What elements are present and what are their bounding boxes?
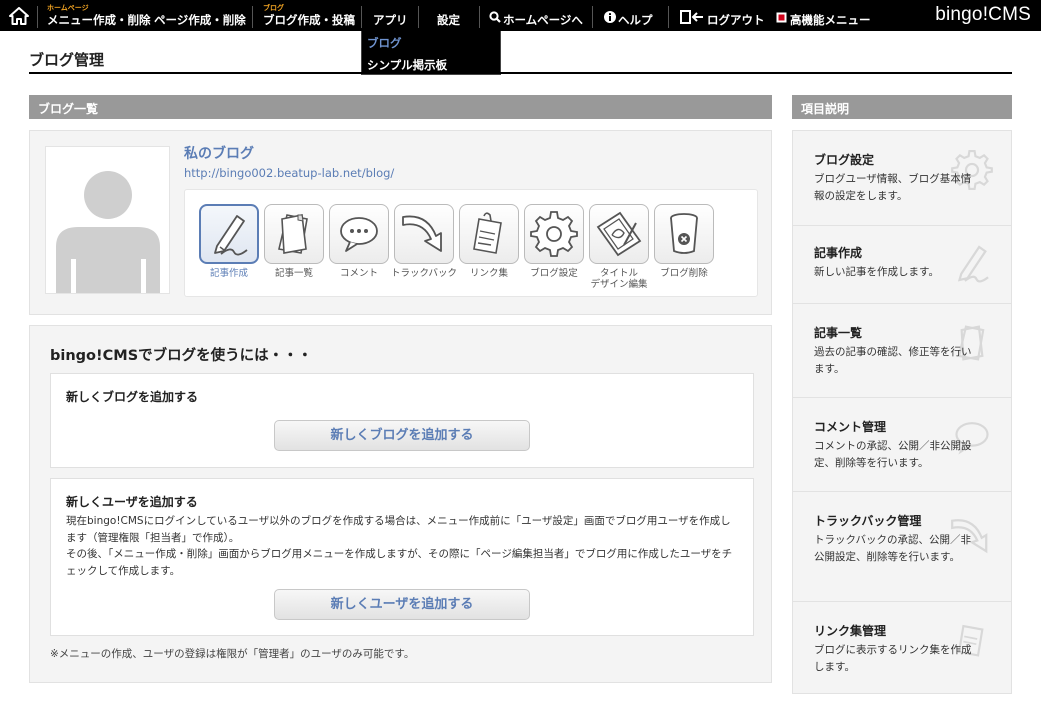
help-item-desc: トラックバックの承認、公開／非公開設定、削除等を行います。 (814, 534, 971, 563)
nav-page-create-label: ページ作成・削除 (154, 13, 246, 27)
add-blog-button[interactable]: 新しくブログを追加する (274, 420, 530, 451)
nav-apps-label: アプリ (373, 13, 408, 27)
dropdown-item-bbs[interactable]: シンプル掲示板 (367, 57, 447, 73)
tool-blog-settings[interactable]: ブログ設定 (524, 204, 584, 286)
help-item-desc: ブログユーザ情報、ブログ基本情報の設定をします。 (814, 173, 972, 202)
help-item-comments: コメント管理 コメントの承認、公開／非公開設定、削除等を行います。 (793, 398, 1011, 492)
permission-note: ※メニューの作成、ユーザの登録は権限が「管理者」のユーザのみ可能です。 (50, 648, 415, 660)
tool-delete-blog[interactable]: ブログ削除 (654, 204, 714, 286)
help-item-trackback: トラックバック管理 トラックバックの承認、公開／非公開設定、削除等を行います。 (793, 492, 1011, 602)
add-blog-title: 新しくブログを追加する (66, 390, 199, 404)
tool-trackback[interactable]: トラックバック (391, 204, 457, 286)
help-item-title: 記事作成 (814, 246, 863, 260)
blog-list-header: ブログ一覧 (29, 95, 772, 119)
help-item-create-post: 記事作成 新しい記事を作成します。 (793, 226, 1011, 304)
help-item-title: リンク集管理 (814, 624, 887, 638)
curved-arrow-icon (402, 215, 442, 252)
nav-blog-post-label: ブログ作成・投稿 (263, 13, 355, 27)
blog-tools-panel: 記事作成 記事一覧 コメント トラックバック リンク集 ブログ設定 タイトル デ… (184, 189, 758, 297)
help-header: 項目説明 (792, 95, 1012, 119)
apps-dropdown: ブログ シンプル掲示板 (361, 31, 501, 75)
help-panel: ブログ設定 ブログユーザ情報、ブログ基本情報の設定をします。 記事作成 新しい記… (792, 130, 1012, 694)
help-item-desc: 過去の記事の確認、修正等を行います。 (814, 346, 972, 375)
help-item-title: トラックバック管理 (814, 514, 922, 528)
add-user-panel: 新しくユーザを追加する 現在bingo!CMSにログインしているユーザ以外のブロ… (50, 478, 754, 636)
blog-name-link[interactable]: 私のブログ (184, 143, 254, 163)
help-item-desc: 新しい記事を作成します。 (814, 266, 939, 278)
tool-title-design[interactable]: タイトル デザイン編集 (589, 204, 649, 290)
checkbox-icon[interactable] (776, 12, 787, 26)
nav-advanced-menu-label: 高機能メニュー (790, 13, 871, 27)
dropdown-item-blog[interactable]: ブログ (367, 35, 402, 51)
search-icon (489, 11, 501, 26)
home-icon[interactable] (9, 7, 29, 29)
design-edit-icon (596, 211, 642, 257)
speech-bubble-icon (340, 217, 378, 252)
logout-icon (680, 10, 704, 27)
howto-title: bingo!CMSでブログを使うには・・・ (50, 348, 313, 364)
add-user-description: 現在bingo!CMSにログインしているユーザ以外のブログを作成する場合は、メニ… (66, 515, 733, 577)
document-stack-icon (278, 214, 308, 254)
nav-menu-create-label: メニュー作成・削除 (47, 13, 151, 27)
title-divider (29, 72, 1012, 74)
help-item-blog-settings: ブログ設定 ブログユーザ情報、ブログ基本情報の設定をします。 (793, 131, 1011, 226)
help-item-desc: コメントの承認、公開／非公開設定、削除等を行います。 (814, 440, 972, 469)
page-title: ブログ管理 (29, 51, 105, 69)
clipboard-icon (473, 212, 502, 254)
tool-delete-blog-label: ブログ削除 (660, 268, 708, 279)
add-blog-panel: 新しくブログを追加する 新しくブログを追加する (50, 373, 754, 468)
nav-homepage-label: ホームページへ (503, 13, 583, 27)
nav-settings-label: 設定 (437, 13, 460, 27)
blog-card: 私のブログ http://bingo002.beatup-lab.net/blo… (29, 130, 772, 315)
tool-comments[interactable]: コメント (329, 204, 389, 286)
help-item-title: コメント管理 (814, 420, 887, 434)
gear-icon (530, 211, 578, 257)
tool-create-post[interactable]: 記事作成 (199, 204, 259, 286)
nav-logout-label: ログアウト (707, 13, 765, 27)
add-user-title: 新しくユーザを追加する (66, 495, 198, 509)
tool-links[interactable]: リンク集 (459, 204, 519, 286)
help-item-desc: ブログに表示するリンク集を作成します。 (814, 644, 972, 673)
help-item-post-list: 記事一覧 過去の記事の確認、修正等を行います。 (793, 304, 1011, 398)
help-item-title: 記事一覧 (814, 326, 863, 340)
tool-post-list[interactable]: 記事一覧 (264, 204, 324, 286)
howto-section: bingo!CMSでブログを使うには・・・ 新しくブログを追加する 新しくブログ… (29, 325, 772, 683)
top-nav: ホームページ メニュー作成・削除 ページ作成・削除 ブログ ブログ作成・投稿 ア… (0, 0, 1041, 31)
blog-url-link[interactable]: http://bingo002.beatup-lab.net/blog/ (184, 166, 394, 180)
trash-icon (670, 213, 698, 254)
brand-logo: bingo!CMS (935, 4, 1031, 25)
help-item-links: リンク集管理 ブログに表示するリンク集を作成します。 (793, 602, 1011, 694)
pen-icon (214, 215, 248, 256)
avatar (45, 146, 170, 294)
help-item-title: ブログ設定 (814, 153, 875, 167)
info-icon (604, 11, 616, 26)
add-user-button[interactable]: 新しくユーザを追加する (274, 589, 530, 620)
nav-help-label: ヘルプ (618, 13, 653, 27)
